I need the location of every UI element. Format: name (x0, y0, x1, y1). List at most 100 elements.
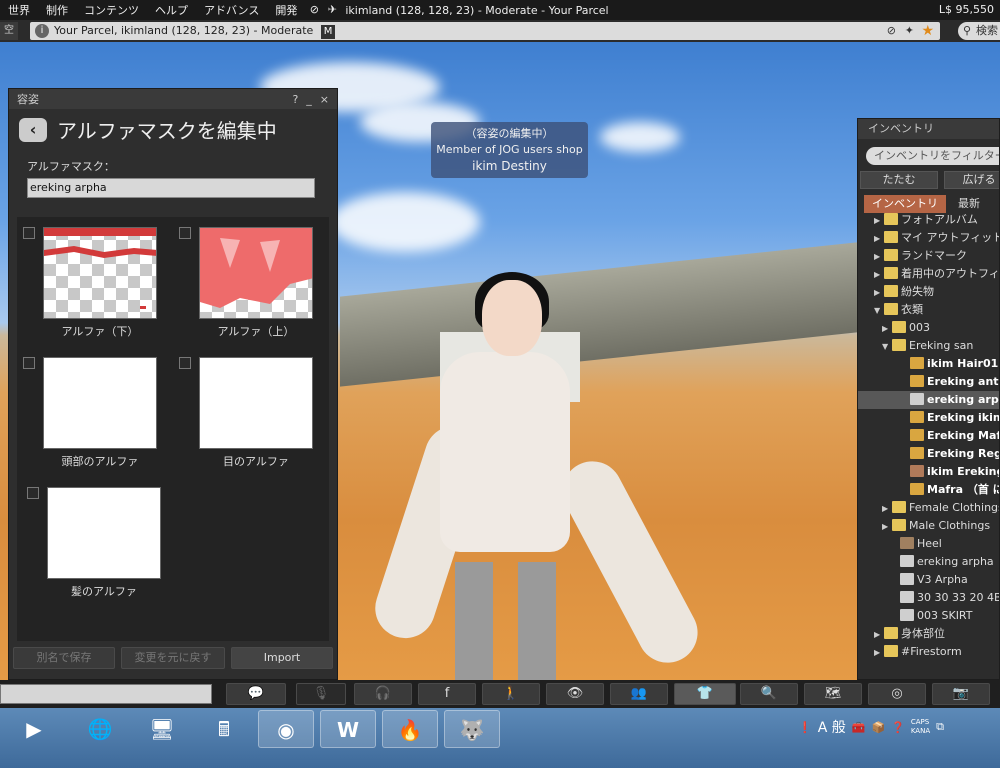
favorite-star-icon[interactable]: ★ (921, 22, 934, 40)
ime-mode-indicator[interactable]: A 般 (818, 717, 846, 737)
inventory-item[interactable]: Ereking ikim (858, 409, 999, 427)
gimp-app[interactable]: 🐺 (444, 710, 500, 748)
word-app[interactable]: W (320, 710, 376, 748)
panel-header[interactable]: 容姿 ? _ × (9, 89, 337, 109)
inventory-item[interactable]: ikim Ereking S (858, 463, 999, 481)
chevron-right-icon[interactable]: ▶ (882, 320, 892, 338)
inventory-item[interactable]: Ereking anten (858, 373, 999, 391)
chevron-right-icon[interactable]: ▶ (882, 500, 892, 518)
inventory-item[interactable]: ▶ 紛失物 (858, 283, 999, 302)
menu-world[interactable]: 世界 (0, 2, 38, 18)
chevron-down-icon[interactable]: ▼ (882, 338, 892, 356)
inventory-item[interactable]: ▶ マイ アウトフィット (858, 229, 999, 248)
menu-advanced[interactable]: アドバンス (196, 2, 267, 18)
chevron-right-icon[interactable]: ▶ (882, 518, 892, 536)
inventory-item[interactable]: Ereking Reg (858, 445, 999, 463)
inventory-item[interactable]: 003 SKIRT (858, 607, 999, 625)
inventory-item[interactable]: ▶ Male Clothings (858, 517, 999, 536)
alpha-head-checkbox[interactable] (23, 357, 35, 369)
inventory-item[interactable]: ▶ フォトアルバム (858, 211, 999, 230)
menu-build[interactable]: 制作 (38, 2, 76, 18)
inventory-item[interactable]: ereking arpha (858, 391, 999, 409)
speak-button[interactable]: 🎧 (354, 683, 412, 705)
expand-button[interactable]: 広げる (944, 171, 999, 189)
no-fly-icon[interactable]: ✈ (325, 3, 339, 17)
chrome-app[interactable]: ◉ (258, 710, 314, 748)
facebook-button[interactable]: f (418, 683, 476, 705)
walk-button[interactable]: 🚶 (482, 683, 540, 705)
location-field[interactable]: i Your Parcel, ikimland (128, 128, 23) -… (30, 22, 940, 40)
menu-content[interactable]: コンテンツ (76, 2, 147, 18)
alpha-hair-thumbnail[interactable] (47, 487, 161, 579)
chevron-right-icon[interactable]: ▶ (874, 626, 884, 644)
chevron-right-icon[interactable]: ▶ (874, 284, 884, 302)
inventory-item[interactable]: ▶ 003 (858, 319, 999, 338)
inventory-item[interactable]: Ereking Mafla (858, 427, 999, 445)
alpha-upper-thumbnail[interactable] (199, 227, 313, 319)
chevron-right-icon[interactable]: ▶ (874, 266, 884, 284)
inventory-item[interactable]: Heel (858, 535, 999, 553)
menu-help[interactable]: ヘルプ (147, 2, 196, 18)
minimize-button[interactable]: _ (306, 93, 312, 106)
help-button[interactable]: ? (292, 93, 298, 106)
chevron-right-icon[interactable]: ▶ (874, 248, 884, 266)
inventory-item[interactable]: ▶ Female Clothings (858, 499, 999, 518)
chevron-right-icon[interactable]: ▶ (874, 212, 884, 230)
inventory-item[interactable]: ▶ 着用中のアウトフィット (858, 265, 999, 284)
inventory-item[interactable]: V3 Arpha (858, 571, 999, 589)
view-button[interactable]: 👁 (546, 683, 604, 705)
collapse-button[interactable]: たたむ (860, 171, 938, 189)
menu-develop[interactable]: 開発 (267, 2, 305, 18)
nav-left-button[interactable]: 空 (0, 22, 18, 40)
alpha-upper-checkbox[interactable] (179, 227, 191, 239)
search-button[interactable]: 🔍 (740, 683, 798, 705)
map-button[interactable]: 🗺 (804, 683, 862, 705)
inventory-item[interactable]: ikim Hair01 （ (858, 355, 999, 373)
save-as-button[interactable]: 別名で保存 (13, 647, 115, 669)
close-button[interactable]: × (320, 93, 329, 106)
inventory-item[interactable]: ▶ ランドマーク (858, 247, 999, 266)
alpha-lower-thumbnail[interactable] (43, 227, 157, 319)
back-button[interactable]: ‹ (19, 117, 47, 142)
inventory-item[interactable]: ▼ 衣類 (858, 301, 999, 320)
chevron-right-icon[interactable]: ▶ (874, 644, 884, 662)
alpha-hair-checkbox[interactable] (27, 487, 39, 499)
inventory-item[interactable]: ▶ 身体部位 (858, 625, 999, 644)
firestorm-app[interactable]: 🔥 (382, 710, 438, 748)
inventory-item[interactable]: 30 30 33 20 4B 4 (858, 589, 999, 607)
alpha-eyes-checkbox[interactable] (179, 357, 191, 369)
ime-box-icon[interactable]: 📦 (871, 721, 885, 734)
alpha-eyes-thumbnail[interactable] (199, 357, 313, 449)
inventory-filter-input[interactable]: インベントリをフィルター (866, 147, 999, 165)
minimap-button[interactable]: ◎ (868, 683, 926, 705)
no-voice-icon[interactable]: ⊘ (307, 3, 321, 17)
media-player-app[interactable]: ▶ (6, 710, 62, 748)
snapshot-button[interactable]: 📷 (932, 683, 990, 705)
ime-tool-icon[interactable]: 🧰 (852, 721, 866, 734)
alpha-lower-checkbox[interactable] (23, 227, 35, 239)
people-button[interactable]: 👥 (610, 683, 668, 705)
screen-icon[interactable]: ⧉ (936, 720, 944, 734)
chevron-right-icon[interactable]: ▶ (874, 230, 884, 248)
inventory-item[interactable]: ▼ Ereking san (858, 337, 999, 356)
alpha-head-thumbnail[interactable] (43, 357, 157, 449)
alert-icon[interactable]: ❗ (798, 721, 812, 734)
revert-button[interactable]: 変更を元に戻す (121, 647, 225, 669)
info-icon[interactable]: i (35, 24, 49, 38)
nearby-chat-input[interactable] (0, 684, 212, 704)
inventory-title[interactable]: インベントリ (858, 119, 999, 139)
inventory-item[interactable]: ▶ #Firestorm (858, 643, 999, 662)
network-app[interactable]: 🌐 (72, 710, 128, 748)
calculator-app[interactable]: 🖩 (196, 710, 252, 748)
alpha-mask-name-input[interactable]: ereking arpha (27, 178, 315, 198)
appearance-button[interactable]: 👕 (674, 683, 736, 705)
search-field[interactable]: ⚲ 検索 (958, 22, 1000, 40)
chevron-down-icon[interactable]: ▼ (874, 302, 884, 320)
inventory-item[interactable]: Mafra （首 に装 (858, 481, 999, 499)
help-circle-icon[interactable]: ❓ (891, 721, 905, 734)
balance-display[interactable]: L$ 95,550 (939, 3, 994, 16)
voice-button[interactable]: 🎙 (296, 683, 346, 705)
import-button[interactable]: Import (231, 647, 333, 669)
inventory-item[interactable]: ereking arpha (858, 553, 999, 571)
remote-desktop-app[interactable]: 🖥 (134, 710, 190, 748)
